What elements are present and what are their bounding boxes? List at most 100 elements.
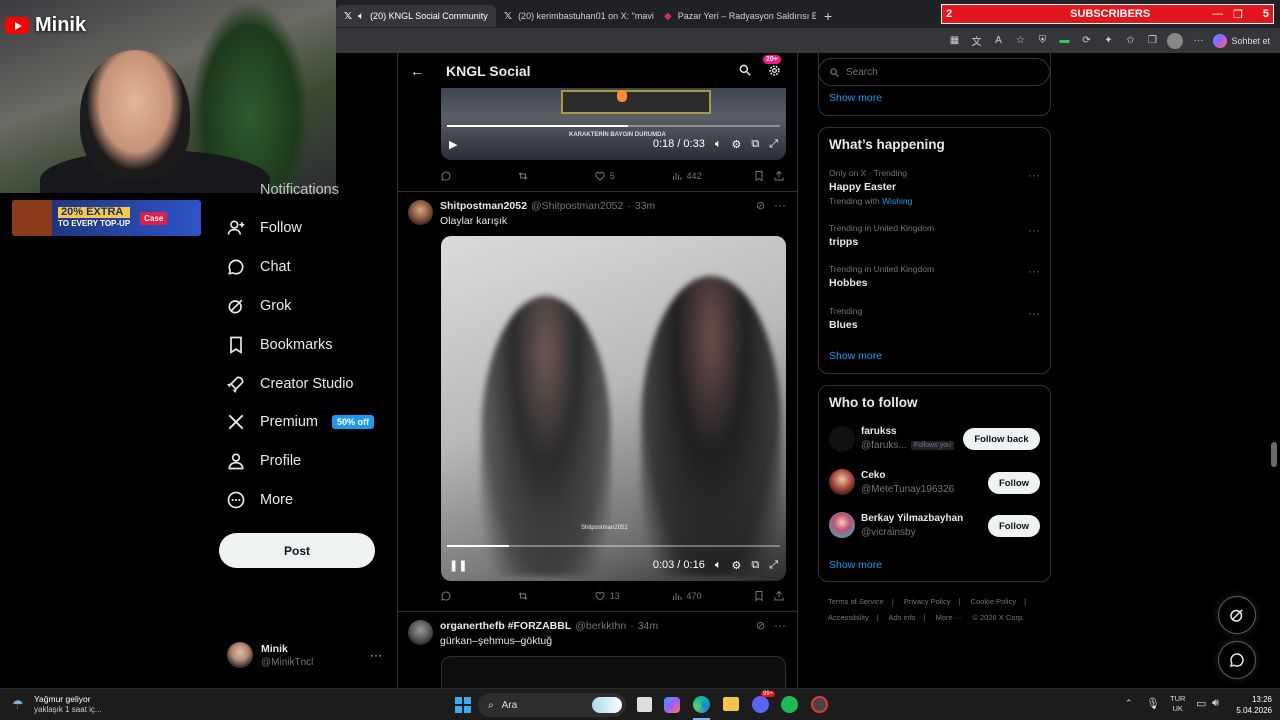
task-view-icon[interactable] <box>637 697 652 712</box>
footer-privacy-link[interactable]: Privacy Policy <box>904 597 951 606</box>
spotify-icon[interactable] <box>781 696 798 713</box>
read-aloud-icon[interactable]: A <box>991 34 1005 48</box>
trend-name[interactable]: tripps <box>829 236 858 248</box>
tweet-author-name[interactable]: organerthefb #FORZABBL <box>440 620 571 632</box>
tweet-more-icon[interactable]: ··· <box>774 618 786 632</box>
language-indicator[interactable]: TUR UK <box>1170 694 1185 714</box>
grok-explain-icon[interactable]: ⊘ <box>756 199 765 212</box>
trend-more-icon[interactable]: ··· <box>1028 306 1040 320</box>
trend-more-icon[interactable]: ··· <box>1028 264 1040 278</box>
repost-button[interactable] <box>517 170 594 182</box>
discord-icon[interactable] <box>752 696 769 713</box>
menu-dots-icon[interactable]: ··· <box>1191 34 1205 48</box>
nav-grok[interactable]: Grok <box>226 296 291 316</box>
pause-icon[interactable]: ❚❚ <box>449 559 467 572</box>
footer-cookie-link[interactable]: Cookie Policy <box>971 597 1016 606</box>
share-button[interactable] <box>773 590 785 602</box>
volume-icon[interactable]: 🔈︎ <box>715 559 722 572</box>
trend-extra-link[interactable]: Wishing <box>882 196 912 206</box>
clock-time[interactable]: 13:26 <box>1238 695 1272 704</box>
account-handle[interactable]: @MinikTncl <box>261 657 313 668</box>
nav-notifications-partial[interactable]: Notifications <box>226 182 339 198</box>
edge-browser-icon[interactable] <box>693 696 710 713</box>
footer-terms-link[interactable]: Terms of Service <box>828 597 884 606</box>
nav-premium[interactable]: Premium 50% off <box>226 412 375 432</box>
follow-name[interactable]: Ceko <box>861 470 885 481</box>
tab-kerimbastuhan[interactable]: 𝕏 (20) kerimbastuhan01 on X: "mavi × <box>496 5 656 27</box>
follow-handle[interactable]: @MeteTunay196326 <box>861 484 954 495</box>
clock-date[interactable]: 5.04.2026 <box>1226 706 1272 715</box>
trend-name[interactable]: Blues <box>829 319 858 331</box>
follow-name[interactable]: farukss <box>861 426 897 437</box>
pip-icon[interactable]: ⧉ <box>751 138 759 151</box>
refresh-extension-icon[interactable]: ⟳ <box>1079 34 1093 48</box>
follow-back-button[interactable]: Follow back <box>963 428 1040 450</box>
trend-more-icon[interactable]: ··· <box>1028 223 1040 237</box>
microphone-icon[interactable]: 🎙︎ <box>1146 697 1160 710</box>
restore-icon[interactable]: ❐ <box>1233 8 1243 21</box>
show-more-link[interactable]: Show more <box>829 559 882 571</box>
collections-icon[interactable]: ❒ <box>1145 34 1159 48</box>
nav-follow[interactable]: Follow <box>226 218 302 238</box>
follow-avatar[interactable] <box>829 512 855 538</box>
repost-button[interactable] <box>517 590 594 602</box>
trend-name[interactable]: Happy Easter <box>829 181 896 193</box>
copilot-app-icon[interactable] <box>664 697 680 713</box>
volume-icon[interactable]: 🔈︎ <box>715 138 722 151</box>
grok-floating-button[interactable] <box>1218 596 1256 634</box>
account-name[interactable]: Minik <box>261 643 288 655</box>
follow-avatar[interactable] <box>829 426 855 452</box>
new-tab-button[interactable]: + <box>816 5 840 27</box>
footer-ads-link[interactable]: Ads info <box>888 613 915 622</box>
account-avatar[interactable] <box>227 642 253 668</box>
follow-handle[interactable]: @vicrainsby <box>861 527 916 538</box>
nav-more[interactable]: More <box>226 490 293 510</box>
nav-creator-studio[interactable]: Creator Studio <box>226 374 354 394</box>
scrollbar-thumb[interactable] <box>1271 442 1277 467</box>
video-progress-2[interactable] <box>447 545 780 547</box>
show-hidden-icons[interactable]: ⌃ <box>1125 698 1133 709</box>
like-button[interactable]: 13 <box>594 590 671 602</box>
share-button[interactable] <box>773 170 785 182</box>
profile-avatar-icon[interactable] <box>1167 32 1184 49</box>
minimize-icon[interactable]: — <box>1212 8 1223 20</box>
like-button[interactable]: 5 <box>594 170 671 182</box>
bookmark-button[interactable] <box>753 590 773 602</box>
reply-button[interactable] <box>440 590 517 602</box>
weather-subtitle[interactable]: yaklaşık 1 saat iç... <box>34 705 102 714</box>
follow-name[interactable]: Berkay Yilmazbayhan <box>861 513 963 524</box>
post-button[interactable]: Post <box>219 533 375 568</box>
network-icon[interactable]: ▭ <box>1196 697 1206 710</box>
tweet-time[interactable]: 33m <box>635 200 655 212</box>
settings-icon[interactable]: ⚙ <box>731 559 741 572</box>
tweet-author-name[interactable]: Shitpostman2052 <box>440 200 527 212</box>
file-explorer-icon[interactable] <box>723 697 739 711</box>
follow-button[interactable]: Follow <box>988 472 1040 494</box>
extension-shield-icon[interactable]: ⛨ <box>1035 34 1049 48</box>
search-icon[interactable] <box>738 63 752 77</box>
views-button[interactable]: 442 <box>671 170 754 182</box>
follow-button[interactable]: Follow <box>988 515 1040 537</box>
app-grid-icon[interactable]: ▦ <box>947 34 961 48</box>
footer-more-link[interactable]: More ··· <box>936 613 963 622</box>
tab-pazar-yeri[interactable]: ◆ Pazar Yeri – Radyasyon Saldırısı Et × <box>656 5 816 27</box>
trend-more-icon[interactable]: ··· <box>1028 168 1040 182</box>
fullscreen-icon[interactable]: ⤢ <box>769 138 778 151</box>
footer-accessibility-link[interactable]: Accessibility <box>828 613 869 622</box>
fullscreen-icon[interactable]: ⤢ <box>769 559 778 572</box>
taskbar-search[interactable]: ⌕ Ara <box>478 693 626 717</box>
views-button[interactable]: 470 <box>671 590 754 602</box>
video-player-1[interactable]: KARAKTERİN BAYGIN DURUMDA ▶ 0:18 / 0:33 … <box>441 88 786 160</box>
reply-button[interactable] <box>440 170 517 182</box>
tweet-author-handle[interactable]: @berkkthn <box>575 620 626 632</box>
favorites-icon[interactable]: ✩ <box>1123 34 1137 48</box>
battery-icon[interactable]: ▬ <box>1057 34 1071 48</box>
tweet-more-icon[interactable]: ··· <box>774 198 786 212</box>
tweet-3-media[interactable] <box>441 656 786 688</box>
show-more-link[interactable]: Show more <box>829 350 882 362</box>
nav-profile[interactable]: Profile <box>226 451 301 471</box>
bookmark-button[interactable] <box>753 170 773 182</box>
back-arrow-icon[interactable]: ← <box>410 63 424 79</box>
chat-floating-button[interactable] <box>1218 641 1256 679</box>
settings-icon[interactable]: ⚙ <box>731 138 741 151</box>
